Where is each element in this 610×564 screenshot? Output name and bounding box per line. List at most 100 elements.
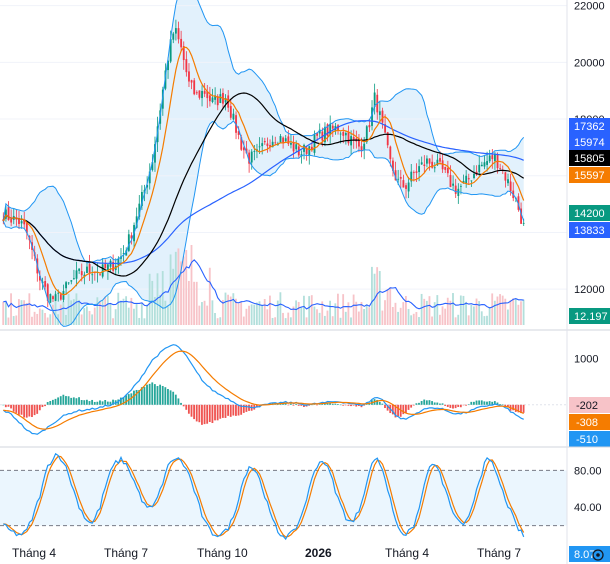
volume-bar <box>308 296 311 325</box>
macd-histogram-bar <box>193 404 196 420</box>
volume-bar <box>104 296 107 325</box>
macd-histogram-bar <box>17 404 20 415</box>
macd-histogram-bar <box>316 404 318 406</box>
candle-body <box>263 141 266 143</box>
candle-body <box>52 296 54 300</box>
candle-body <box>250 151 253 163</box>
volume-bar <box>135 304 138 325</box>
volume-bar <box>65 314 67 325</box>
volume-bar <box>59 304 62 325</box>
macd-histogram-bar <box>72 397 75 405</box>
candle-body <box>420 162 423 165</box>
candle-body <box>426 158 428 164</box>
macd-histogram-bar <box>459 404 462 408</box>
macd-histogram-bar <box>457 404 460 407</box>
candle-body <box>78 268 81 271</box>
price-badge: 14200 <box>574 208 605 220</box>
macd-histogram-bar <box>216 404 219 421</box>
candle-body <box>446 167 449 174</box>
macd-histogram-bar <box>65 396 67 405</box>
macd-histogram-bar <box>295 404 297 405</box>
candle-body <box>65 282 67 289</box>
volume-bar <box>452 293 454 325</box>
candle-body <box>486 161 488 165</box>
volume-bar <box>242 316 245 325</box>
macd-histogram-bar <box>410 404 413 408</box>
macd-histogram-bar <box>229 404 232 417</box>
x-tick-label: Tháng 10 <box>197 546 248 560</box>
volume-bar <box>232 293 235 325</box>
volume-bar <box>269 295 271 325</box>
volume-bar <box>250 304 253 325</box>
candle-body <box>347 131 350 144</box>
volume-bar <box>125 296 128 325</box>
volume-bar <box>208 267 211 325</box>
volume-bar <box>266 309 269 325</box>
volume-bar <box>496 296 499 325</box>
candle-body <box>99 274 101 276</box>
macd-histogram-bar <box>203 404 206 425</box>
x-tick-label: 2026 <box>305 546 332 560</box>
candle-body <box>266 143 269 147</box>
macd-y-tick-label: 1000 <box>574 353 598 365</box>
macd-histogram-bar <box>425 400 428 405</box>
macd-histogram-bar <box>177 398 180 405</box>
macd-histogram-bar <box>381 403 384 405</box>
macd-histogram-bar <box>245 404 248 412</box>
macd-histogram-bar <box>465 404 467 406</box>
volume-badge: 12.197 <box>574 311 608 323</box>
volume-bar <box>101 300 104 325</box>
volume-bar <box>237 303 240 325</box>
candle-body <box>54 294 57 301</box>
volume-bar <box>454 317 457 325</box>
candle-body <box>363 143 366 151</box>
macd-histogram-bar <box>172 391 175 405</box>
candle-body <box>352 137 355 140</box>
candle-body <box>412 172 415 174</box>
macd-histogram-bar <box>135 389 138 405</box>
volume-bar <box>316 309 318 325</box>
macd-histogram-bar <box>431 401 433 405</box>
candle-body <box>483 162 486 167</box>
candle-body <box>467 178 470 180</box>
macd-histogram-bar <box>88 401 91 405</box>
volume-bar <box>402 302 405 325</box>
volume-bar <box>10 293 12 325</box>
candle-body <box>274 142 277 144</box>
volume-bar <box>420 293 423 325</box>
macd-histogram-bar <box>423 399 426 405</box>
candle-body <box>308 146 311 157</box>
macd-histogram-bar <box>514 404 517 412</box>
volume-bar <box>15 315 18 325</box>
macd-badge: -202 <box>576 400 598 412</box>
volume-bar <box>146 304 148 325</box>
volume-bar <box>339 317 342 325</box>
macd-histogram-bar <box>402 404 405 415</box>
macd-histogram-bar <box>418 402 420 405</box>
volume-bar <box>17 299 20 325</box>
macd-histogram-bar <box>235 404 237 416</box>
volume-bar <box>446 297 449 325</box>
macd-histogram-bar <box>10 404 12 409</box>
volume-bar <box>284 318 287 325</box>
volume-bar <box>397 311 399 325</box>
candle-body <box>88 263 91 273</box>
price-chart[interactable]: 10000-202-308-510 80.0040.008.07 1200014… <box>0 0 610 564</box>
price-badge: 13833 <box>574 225 605 237</box>
candle-body <box>449 174 452 187</box>
volume-bar <box>80 314 83 325</box>
volume-bar <box>384 300 386 325</box>
volume-bar <box>378 271 381 325</box>
volume-bar <box>44 312 46 325</box>
candle-body <box>70 280 73 282</box>
volume-bar <box>493 300 496 325</box>
volume-bar <box>67 293 70 325</box>
candle-body <box>444 166 447 170</box>
macd-histogram-bar <box>70 397 73 405</box>
volume-bar <box>33 311 36 325</box>
macd-histogram-bar <box>378 401 381 405</box>
volume-bar <box>480 311 483 325</box>
volume-bar <box>271 317 274 325</box>
volume-bar <box>201 302 203 325</box>
macd-histogram-bar <box>101 401 104 405</box>
